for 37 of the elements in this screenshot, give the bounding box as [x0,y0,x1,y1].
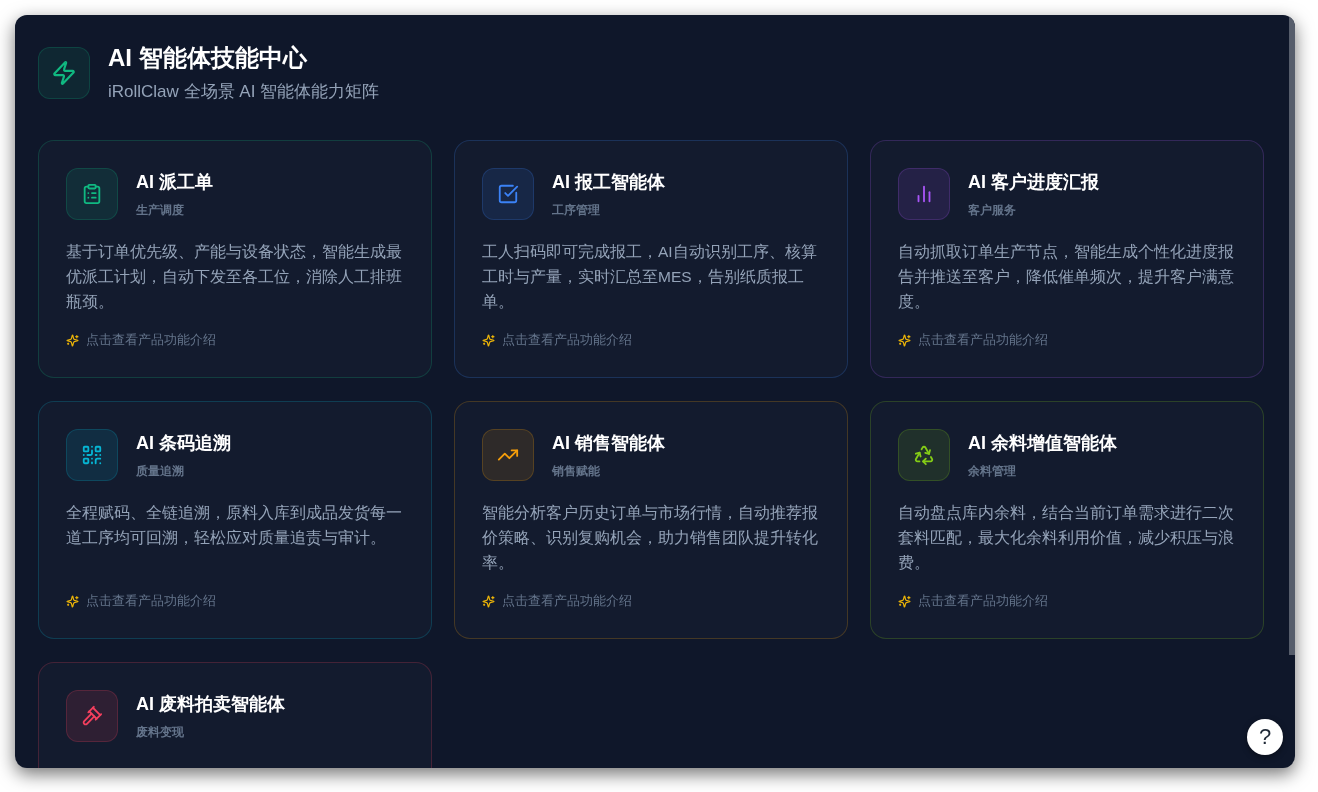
card-category: 余料管理 [968,463,1017,479]
card-title: AI 客户进度汇报 [968,171,1099,194]
sparkle-icon [482,594,495,608]
product-intro-link[interactable]: 点击查看产品功能介绍 [898,332,1048,348]
card-category: 废料变现 [136,724,185,740]
card-title: AI 派工单 [136,171,213,194]
product-intro-link[interactable]: 点击查看产品功能介绍 [66,593,216,609]
card-description: 全程赋码、全链追溯，原料入库到成品发货每一道工序均可回溯，轻松应对质量追责与审计。 [66,503,403,548]
sparkle-icon [898,594,911,608]
product-intro-link[interactable]: 点击查看产品功能介绍 [66,332,216,348]
scrollbar-thumb[interactable] [1289,15,1295,655]
card-category: 质量追溯 [136,463,185,479]
sparkle-icon [66,594,79,608]
card-category: 销售赋能 [552,463,601,479]
card-title: AI 销售智能体 [552,432,665,455]
product-intro-link[interactable]: 点击查看产品功能介绍 [898,593,1048,609]
card-title: AI 废料拍卖智能体 [136,693,285,716]
sparkle-icon [482,333,495,347]
page-title: AI 智能体技能中心 [108,43,308,73]
card-category: 工序管理 [552,202,601,218]
card-category: 客户服务 [968,202,1017,218]
sparkle-icon [898,333,911,347]
card-title: AI 余料增值智能体 [968,432,1117,455]
card-description: 自动抓取订单生产节点，智能生成个性化进度报告并推送至客户，降低催单频次，提升客户满意度。 [898,242,1235,312]
help-button[interactable]: ? [1247,719,1283,755]
page-subtitle: iRollClaw 全场景 AI 智能体能力矩阵 [108,81,380,103]
card-description: 基于订单优先级、产能与设备状态，智能生成最优派工计划，自动下发至各工位，消除人工排班瓶颈。 [66,242,403,312]
product-intro-link[interactable]: 点击查看产品功能介绍 [482,332,632,348]
product-intro-link[interactable]: 点击查看产品功能介绍 [482,593,632,609]
card-category: 生产调度 [136,202,185,218]
lightning-icon [38,47,90,99]
card-description: 自动盘点库内余料，结合当前订单需求进行二次套料匹配，最大化余料利用价值，减少积压与浪费。 [898,503,1235,573]
card-title: AI 报工智能体 [552,171,665,194]
sparkle-icon [66,333,79,347]
card-title: AI 条码追溯 [136,432,231,455]
card-description: 智能分析客户历史订单与市场行情，自动推荐报价策略、识别复购机会，助力销售团队提升转化率。 [482,503,819,573]
card-description: 工人扫码即可完成报工，AI自动识别工序、核算工时与产量，实时汇总至MES，告别纸质报工单。 [482,242,818,312]
